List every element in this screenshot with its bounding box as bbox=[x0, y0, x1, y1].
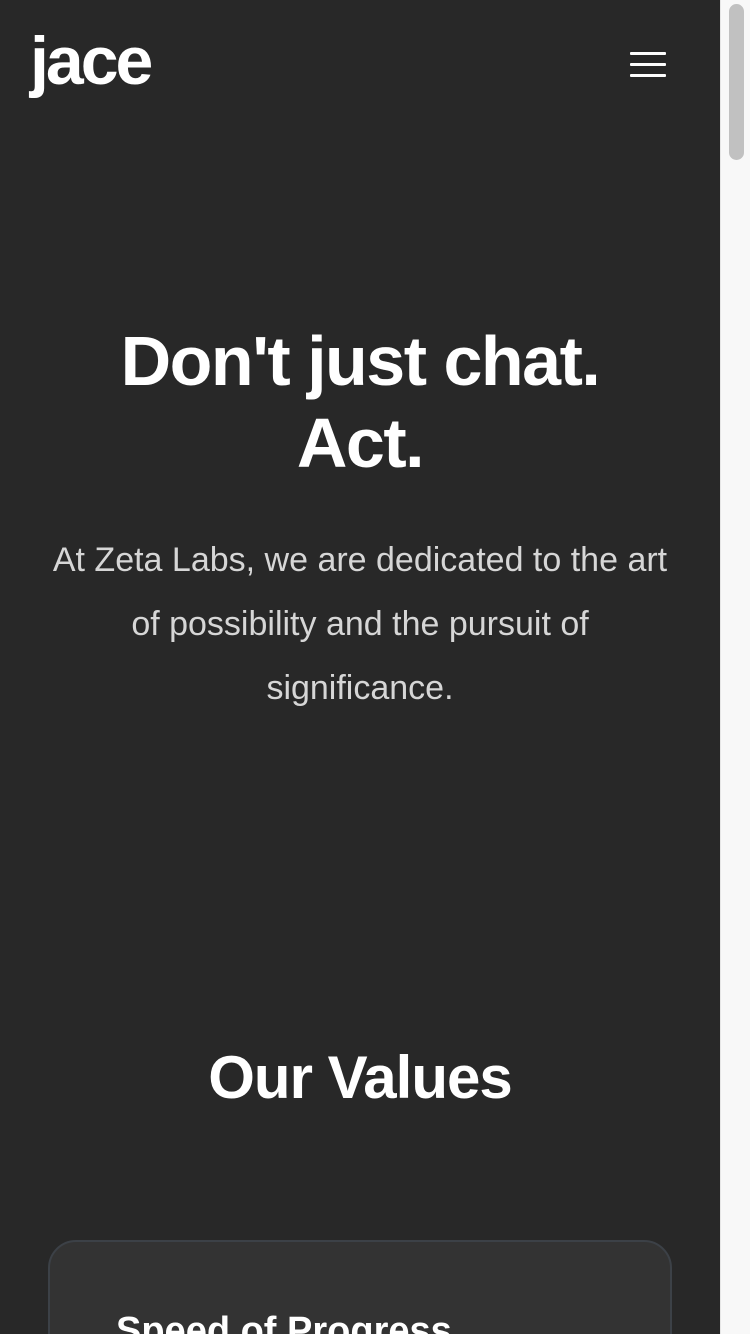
hero-subtitle: At Zeta Labs, we are dedicated to the ar… bbox=[52, 541, 668, 707]
hamburger-menu-icon[interactable] bbox=[620, 44, 676, 86]
menu-line-bottom bbox=[630, 74, 666, 77]
jace-logo[interactable]: jace bbox=[30, 18, 153, 104]
value-card-title: Speed of Progress bbox=[116, 1310, 452, 1334]
value-card: Speed of Progress bbox=[48, 1240, 672, 1334]
hero-title-line-1: Don't just chat. bbox=[120, 322, 601, 400]
menu-line-top bbox=[630, 52, 666, 55]
vertical-scrollbar[interactable] bbox=[720, 0, 750, 1334]
hero-title-line-2: Act. bbox=[296, 404, 425, 482]
page-viewport: jace Don't just chat. Act. At Zeta Labs,… bbox=[0, 0, 720, 1334]
values-heading: Our Values bbox=[208, 1044, 512, 1111]
hero-title: Don't just chat. Act. bbox=[0, 320, 720, 484]
scrollbar-thumb[interactable] bbox=[729, 4, 744, 160]
menu-line-middle bbox=[630, 63, 666, 66]
